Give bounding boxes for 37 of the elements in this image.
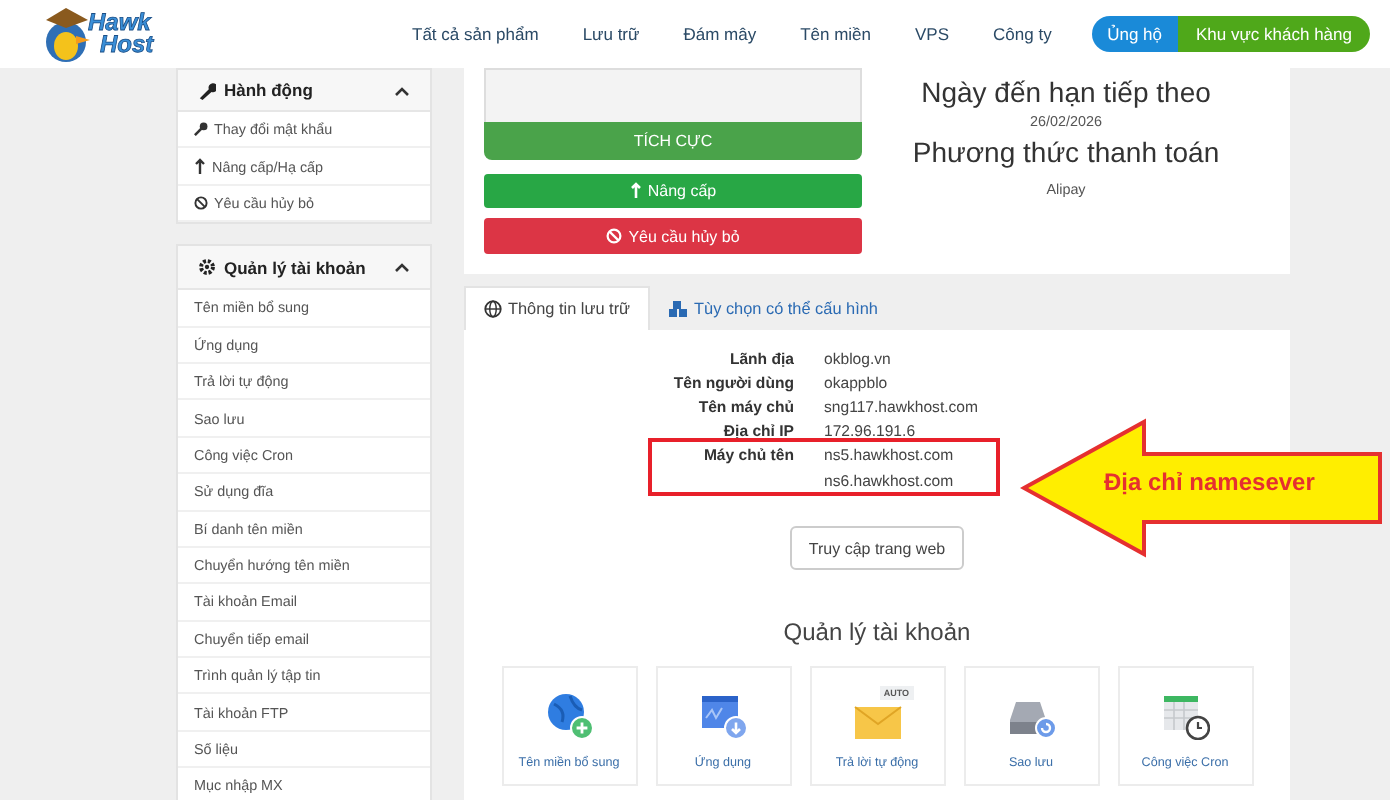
panel-header[interactable]: Quản lý tài khoản [178,246,430,291]
ban-icon [194,195,208,210]
envelope-icon [853,706,901,740]
key-icon [194,122,208,137]
nav-link[interactable]: Công ty [971,24,1074,44]
nav-link[interactable]: Tất cả sản phẩm [390,24,561,44]
arrow-up-icon [629,182,642,199]
hard-drive-icon [1007,696,1055,740]
calendar-clock-icon [1161,692,1209,740]
folder-download-icon [699,692,747,740]
due-date-label: Ngày đến hạn tiếp theo [921,74,1211,110]
panel-header[interactable]: Hành động [178,70,430,112]
ban-icon [606,228,623,245]
gear-icon [198,258,216,277]
visit-website-button[interactable]: Truy cập trang web [790,526,964,570]
tab[interactable]: Thông tin lưu trữ [464,286,651,330]
support-button[interactable]: Ủng hộ [1091,16,1178,52]
cubes-icon [668,299,689,317]
tab[interactable]: Tùy chọn có thể cấu hình [650,286,896,330]
arrow-up-icon [194,158,206,175]
logo-text: Hawk [88,12,151,34]
nav-link[interactable]: Lưu trữ [560,24,662,44]
panel-title: Quản lý tài khoản [224,257,368,278]
payment-method-label: Phương thức thanh toán [912,134,1220,170]
logo-text: Host [100,34,154,56]
section-title: Quản lý tài khoản [783,618,971,646]
nav-link[interactable]: Đám mây [661,24,779,44]
panel-title: Hành động [224,80,315,100]
wrench-icon [198,81,216,99]
callout-label: Địa chỉ namesever [1104,468,1315,496]
nav-link[interactable]: Tên miền [778,24,894,44]
cancel-request-button[interactable]: Yêu cầu hủy bỏ [484,218,862,254]
globe-icon [484,300,502,318]
status-bar: TÍCH CỰC [484,121,862,160]
globe-plus-icon [545,692,593,740]
nav-link[interactable]: VPS [893,24,972,44]
hawk-mascot-icon [40,4,92,64]
